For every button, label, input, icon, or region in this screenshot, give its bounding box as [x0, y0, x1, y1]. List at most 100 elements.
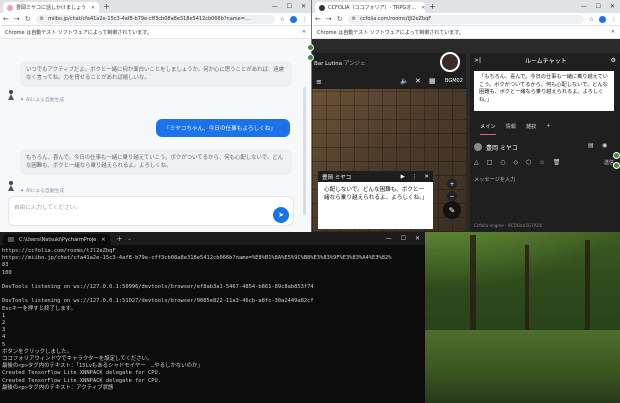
character-icon[interactable]: ◉: [602, 142, 607, 149]
close-icon[interactable]: ✕: [424, 174, 429, 180]
ccfolia-tab-bar: CCFOLIA（ココフォリア）- TRPGオ… ✕ + — ☐ ✕: [312, 0, 620, 13]
terminal-line: 83: [2, 262, 9, 269]
terminal-tab-bar: C:\Users\Natsuki\PycharmProje ✕ + ⌄ — ☐ …: [0, 232, 425, 245]
back-icon[interactable]: ←: [3, 15, 9, 23]
close-tab-icon[interactable]: ✕: [101, 237, 105, 243]
triangle-icon[interactable]: △: [474, 159, 479, 169]
ccfolia-address-bar: ← → ↻ ⚙ ccfolia.com/rooms/tJl2eZbqF ☆ ⋮: [312, 13, 620, 26]
menu-icon[interactable]: ≡: [316, 78, 322, 86]
ai-note-text: AIによる自動生成: [26, 189, 65, 194]
bot-message: いつでもアクティブだよ。ボクと一緒に何か面白いことをしましょうか。何か心に思うこ…: [20, 61, 292, 87]
window-snap-handle[interactable]: [307, 54, 314, 61]
infobar-close-icon[interactable]: ✕: [611, 29, 615, 35]
bgm-label[interactable]: BGM02: [445, 78, 463, 84]
terminal-output[interactable]: https://ccfolia.com/rooms/tJl2eZbqF https…: [0, 245, 425, 395]
mute-icon[interactable]: ✕: [415, 77, 421, 85]
forward-icon[interactable]: →: [14, 15, 20, 23]
window-snap-handle[interactable]: [307, 44, 314, 51]
send-button[interactable]: ➤: [273, 207, 289, 223]
close-tab-icon[interactable]: ✕: [421, 5, 425, 11]
star-icon[interactable]: ☆: [589, 16, 594, 23]
trash-icon[interactable]: 🗑: [553, 159, 561, 169]
minimize-icon[interactable]: —: [272, 3, 278, 10]
site-info-icon[interactable]: ⚙: [352, 16, 356, 22]
menu-dots-icon[interactable]: ⋮: [302, 16, 308, 23]
user-message: 「ミヤコちゃん、今日の仕事もよろしくね」: [156, 119, 290, 137]
more-vert-icon[interactable]: ⋮: [412, 174, 418, 180]
reload-icon[interactable]: ↻: [25, 15, 31, 23]
terminal-tab[interactable]: C:\Users\Natsuki\PycharmProje ✕: [3, 234, 111, 245]
terminal-line: 5: [2, 341, 6, 348]
terminal-line: 4: [2, 334, 6, 341]
chat-browser-window: 豊岡ミヤコに話しかけましょう ✕ + — ☐ ✕ ← → ↻ ⚙ miibo.j…: [0, 0, 311, 232]
close-tab-icon[interactable]: ✕: [91, 5, 95, 11]
volume-icon[interactable]: 🔈: [400, 77, 409, 85]
maximize-icon[interactable]: ☐: [596, 3, 601, 10]
tab-info[interactable]: 情報: [506, 123, 516, 135]
ccfolia-url-field[interactable]: ⚙ ccfolia.com/rooms/tJl2eZbqF: [347, 14, 584, 24]
chat-scrollbar[interactable]: [303, 87, 306, 215]
room-title-suffix: アンジェ: [343, 61, 366, 67]
window-snap-handle[interactable]: [613, 162, 620, 169]
send-icon: ➤: [278, 211, 284, 219]
close-window-icon[interactable]: ✕: [610, 3, 615, 10]
message-input[interactable]: メッセージを入力: [474, 176, 515, 183]
maximize-icon[interactable]: ☐: [401, 235, 406, 242]
footer-text: Ccfolia engine - 9CDGan5G7A16: [474, 223, 542, 228]
add-tab-button[interactable]: +: [546, 123, 550, 135]
window-snap-handle[interactable]: [613, 152, 620, 159]
automation-infobar: Chrome は自動テスト ソフトウェアによって制御されています。 ✕: [0, 26, 311, 39]
minimize-icon[interactable]: —: [581, 3, 587, 10]
zoom-out-icon[interactable]: −: [447, 191, 457, 201]
settings-gear-icon[interactable]: ⚙: [611, 57, 616, 64]
circle-icon[interactable]: ○: [500, 159, 505, 169]
character-avatar: [474, 143, 482, 151]
message-input-placeholder: メッセージを入力: [474, 177, 516, 183]
tab-main[interactable]: メイン: [480, 123, 496, 135]
square-icon[interactable]: □: [487, 159, 493, 169]
chat-url-field[interactable]: ⚙ miibo.jp/chat/cfa41a2e-15c3-4af8-b79e-…: [35, 14, 275, 24]
terminal-line: 100: [2, 269, 12, 276]
tab-chat[interactable]: 雑談: [526, 123, 536, 135]
terminal-line: https://ccfolia.com/rooms/tJl2eZbqF: [2, 248, 116, 254]
reload-icon[interactable]: ↻: [337, 15, 343, 23]
hexagon-icon[interactable]: ⬡: [526, 159, 531, 169]
zoom-in-icon[interactable]: +: [447, 179, 457, 189]
maximize-icon[interactable]: ☐: [287, 3, 292, 10]
character-portrait[interactable]: [440, 52, 460, 72]
star-icon[interactable]: ☆: [280, 16, 285, 23]
play-icon[interactable]: ▶: [401, 174, 405, 180]
infobar-close-icon[interactable]: ✕: [302, 29, 306, 35]
profile-avatar[interactable]: [599, 15, 606, 23]
character-message-box: 心配しないで。どんな困難も、ボクと一緒なら乗り越えられるよ。よろしくね。」: [318, 182, 433, 229]
menu-dots-icon[interactable]: ⋮: [611, 16, 617, 23]
close-window-icon[interactable]: ✕: [301, 3, 306, 10]
chat-input[interactable]: 自由に入力してください。: [8, 196, 294, 226]
terminal-line: 最後の<p>タグ内のテキスト：「15Lvもあるシャドモイヤー …やるしかないのか…: [2, 363, 203, 370]
terminal-tab-title: C:\Users\Natsuki\PycharmProje: [19, 236, 97, 243]
forward-icon[interactable]: →: [326, 15, 332, 23]
dice-table-icon[interactable]: ▤: [588, 142, 594, 149]
edit-pen-button[interactable]: ✎: [443, 201, 461, 219]
collapse-panel-icon[interactable]: >|: [474, 57, 481, 64]
terminal-line: DevTools listening on ws://127.0.0.1:509…: [2, 284, 314, 291]
site-info-icon[interactable]: ⚙: [40, 16, 44, 22]
new-tab-button[interactable]: +: [429, 2, 436, 11]
chevron-down-icon[interactable]: ⌄: [127, 236, 131, 242]
diamond-icon[interactable]: ◇: [514, 159, 519, 169]
ccfolia-tab[interactable]: CCFOLIA（ココフォリア）- TRPGオ… ✕: [315, 2, 425, 13]
star-shape-icon[interactable]: ☆: [539, 159, 544, 169]
room-chat-title: ルームチャット: [524, 57, 567, 65]
chat-tab[interactable]: 豊岡ミヤコに話しかけましょう ✕: [3, 2, 100, 13]
new-tab-button[interactable]: +: [103, 2, 110, 11]
profile-avatar[interactable]: [290, 15, 297, 23]
chat-tools: △ □ ○ ◇ ⬡ ☆ 🗑 送信: [474, 159, 614, 169]
back-icon[interactable]: ←: [315, 15, 321, 23]
character-select[interactable]: 豊岡 ミヤコ: [474, 141, 574, 153]
terminal-line: ボタンをクリックしました。: [2, 348, 73, 355]
close-window-icon[interactable]: ✕: [415, 235, 420, 242]
grid-icon[interactable]: ▦: [429, 77, 436, 85]
bot-message: もちろん、喜んで。今日の仕事も一緒に乗り越えていこう。ボクがついてるから、何も心…: [20, 149, 292, 175]
new-terminal-tab-button[interactable]: +: [116, 235, 122, 243]
minimize-icon[interactable]: —: [386, 235, 392, 242]
